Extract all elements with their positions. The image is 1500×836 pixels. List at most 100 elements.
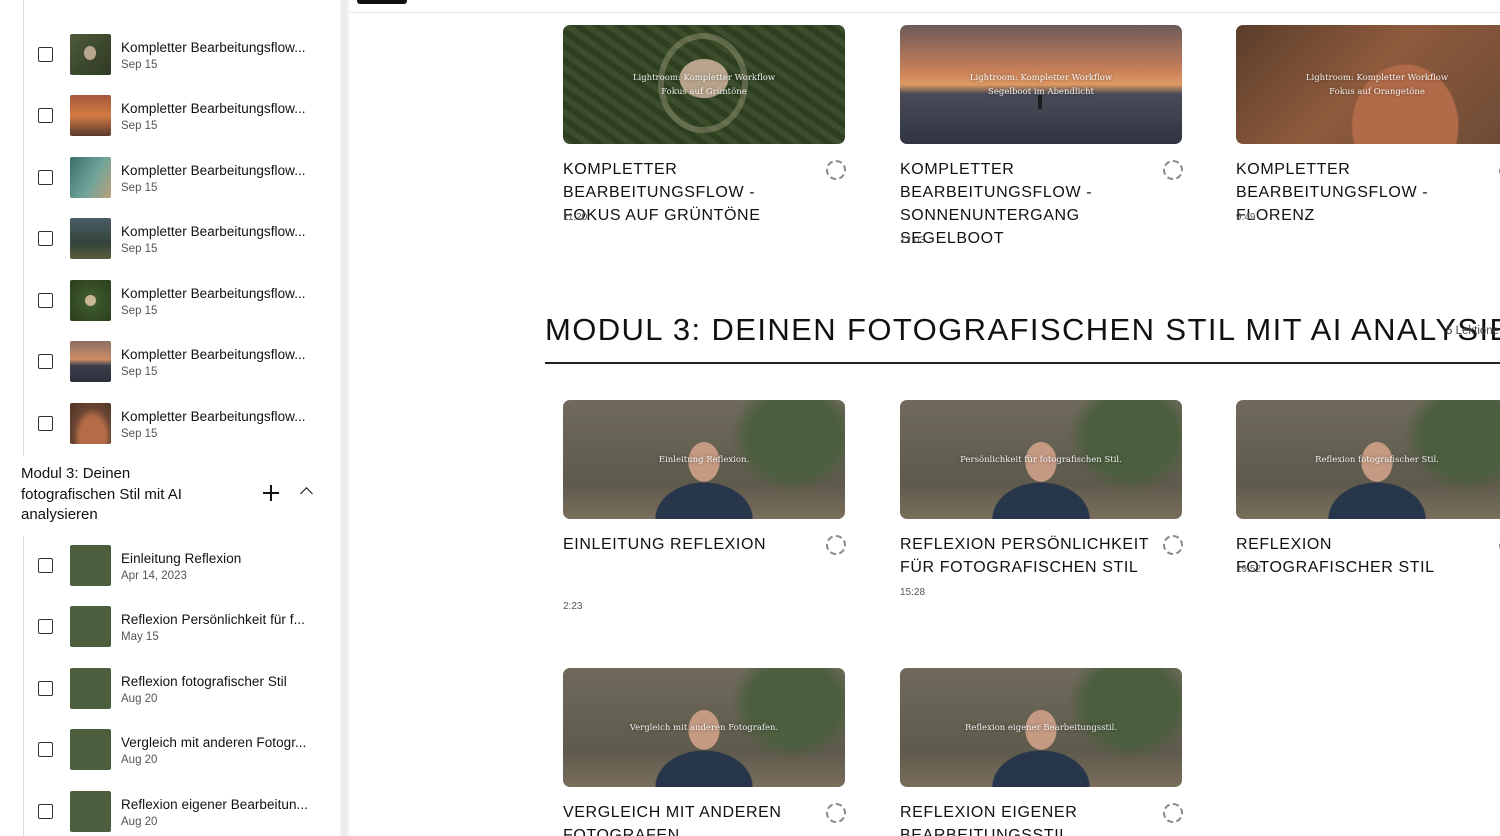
lesson-count: 5 Lektionen xyxy=(1446,325,1500,337)
lesson-card-title[interactable]: Kompletter Bearbeitungsflow - Fokus auf … xyxy=(563,158,813,227)
lesson-item[interactable]: Kompletter Bearbeitungsflow... Sep 15 xyxy=(0,210,340,266)
lesson-card[interactable]: Reflexion eigener Bearbeitungsstil. Refl… xyxy=(900,668,1183,836)
lesson-title: Kompletter Bearbeitungsflow... xyxy=(121,40,306,55)
caption-line-1: Lightroom: Kompletter Workflow xyxy=(632,72,776,83)
lesson-checkbox[interactable] xyxy=(38,416,53,431)
lesson-title: Einleitung Reflexion xyxy=(121,551,242,566)
lesson-date: Apr 14, 2023 xyxy=(121,570,187,582)
lesson-checkbox[interactable] xyxy=(38,354,53,369)
progress-status-icon xyxy=(826,803,846,823)
lesson-card-caption: Lightroom: Kompletter Workflow Segelboot… xyxy=(900,71,1182,99)
lesson-item[interactable]: Einleitung Reflexion Apr 14, 2023 xyxy=(0,537,340,593)
progress-status-icon xyxy=(1163,535,1183,555)
lesson-card[interactable]: Vergleich mit anderen Fotografen. Vergle… xyxy=(563,668,846,836)
lesson-title: Kompletter Bearbeitungsflow... xyxy=(121,101,306,116)
lesson-thumbnail xyxy=(70,668,111,709)
lesson-card-caption: Einleitung Reflexion. xyxy=(658,454,750,465)
lesson-card-image[interactable]: Reflexion fotografischer Stil. xyxy=(1236,400,1500,519)
lesson-title: Kompletter Bearbeitungsflow... xyxy=(121,347,306,362)
lesson-card-title[interactable]: Reflexion fotografischer Stil xyxy=(1236,533,1486,579)
lesson-checkbox[interactable] xyxy=(38,742,53,757)
lesson-duration: 15:28 xyxy=(900,587,926,598)
lesson-card[interactable]: Einleitung Reflexion. Einleitung Reflexi… xyxy=(563,400,846,612)
top-divider xyxy=(349,12,1500,13)
progress-status-icon xyxy=(826,160,846,180)
lesson-checkbox[interactable] xyxy=(38,47,53,62)
lesson-checkbox[interactable] xyxy=(38,293,53,308)
lesson-card[interactable]: Lightroom: Kompletter Workflow Segelboot… xyxy=(900,25,1183,247)
lesson-thumbnail xyxy=(70,545,111,586)
lesson-card[interactable]: Lightroom: Kompletter Workflow Fokus auf… xyxy=(1236,25,1500,224)
lesson-card-caption: Reflexion eigener Bearbeitungsstil. xyxy=(964,722,1118,733)
lesson-item[interactable]: Kompletter Bearbeitungsflow... Sep 15 xyxy=(0,272,340,328)
caption-line-2: Segelboot im Abendlicht xyxy=(988,86,1094,97)
lesson-title: Kompletter Bearbeitungsflow... xyxy=(121,409,306,424)
lesson-item[interactable]: Kompletter Bearbeitungsflow... Sep 15 xyxy=(0,333,340,389)
lesson-card[interactable]: Lightroom: Kompletter Workflow Fokus auf… xyxy=(563,25,846,224)
plus-icon[interactable] xyxy=(262,484,280,502)
lesson-item[interactable]: Reflexion Persönlichkeit für f... May 15 xyxy=(0,598,340,654)
lesson-date: Sep 15 xyxy=(121,305,158,317)
lesson-card-image[interactable]: Vergleich mit anderen Fotografen. xyxy=(563,668,845,787)
lesson-thumbnail xyxy=(70,157,111,198)
lesson-card-image[interactable]: Reflexion eigener Bearbeitungsstil. xyxy=(900,668,1182,787)
lesson-checkbox[interactable] xyxy=(38,558,53,573)
top-tab-indicator[interactable] xyxy=(357,0,407,4)
lesson-checkbox[interactable] xyxy=(38,804,53,819)
lesson-card[interactable]: Reflexion fotografischer Stil. Reflexion… xyxy=(1236,400,1500,576)
lesson-card-image[interactable]: Persönlichkeit für fotografischen Stil. xyxy=(900,400,1182,519)
lesson-item[interactable]: Kompletter Bearbeitungsflow... Sep 15 xyxy=(0,26,340,82)
lesson-date: Aug 20 xyxy=(121,754,158,766)
lesson-checkbox[interactable] xyxy=(38,681,53,696)
progress-status-icon xyxy=(826,535,846,555)
lesson-title: Kompletter Bearbeitungsflow... xyxy=(121,224,306,239)
lesson-card-title[interactable]: Kompletter Bearbeitungsflow - Florenz xyxy=(1236,158,1486,227)
lesson-checkbox[interactable] xyxy=(38,619,53,634)
lesson-card-title[interactable]: Reflexion Persönlichkeit für fotografisc… xyxy=(900,533,1150,579)
lesson-card-title[interactable]: Vergleich mit anderen Fotografen xyxy=(563,801,813,836)
lesson-date: Aug 20 xyxy=(121,693,158,705)
lesson-thumbnail xyxy=(70,403,111,444)
lesson-card-caption: Lightroom: Kompletter Workflow Fokus auf… xyxy=(1236,71,1500,99)
lesson-card[interactable]: Persönlichkeit für fotografischen Stil. … xyxy=(900,400,1183,598)
caption-line-1: Lightroom: Kompletter Workflow xyxy=(1305,72,1449,83)
lesson-date: Sep 15 xyxy=(121,59,158,71)
lesson-item[interactable]: Kompletter Bearbeitungsflow... Sep 15 xyxy=(0,395,340,451)
lesson-thumbnail xyxy=(70,218,111,259)
lesson-title: Reflexion eigener Bearbeitun... xyxy=(121,797,308,812)
course-outline-sidebar: Kompletter Bearbeitungsflow... Sep 15 Ko… xyxy=(0,0,340,836)
module3-title: Modul 3: Deinen fotografischen Stil mit … xyxy=(21,465,182,523)
lesson-card-image[interactable]: Lightroom: Kompletter Workflow Fokus auf… xyxy=(1236,25,1500,144)
module3-header[interactable]: Modul 3: Deinen fotografischen Stil mit … xyxy=(0,456,340,536)
lesson-date: Sep 15 xyxy=(121,428,158,440)
lesson-date: Aug 20 xyxy=(121,816,158,828)
lesson-card-title[interactable]: Reflexion eigener Bearbeitungsstil xyxy=(900,801,1150,836)
lesson-grid: Lightroom: Kompletter Workflow Fokus auf… xyxy=(349,0,1500,836)
lesson-duration: 12:03 xyxy=(900,235,926,246)
lesson-card-title[interactable]: Einleitung Reflexion xyxy=(563,533,813,556)
lesson-card-image[interactable]: Lightroom: Kompletter Workflow Segelboot… xyxy=(900,25,1182,144)
lesson-title: Kompletter Bearbeitungsflow... xyxy=(121,286,306,301)
lesson-date: Sep 15 xyxy=(121,120,158,132)
lesson-item[interactable]: Kompletter Bearbeitungsflow... Sep 15 xyxy=(0,87,340,143)
progress-status-icon xyxy=(1163,803,1183,823)
lesson-item[interactable]: Reflexion eigener Bearbeitun... Aug 20 xyxy=(0,783,340,836)
lesson-card-image[interactable]: Einleitung Reflexion. xyxy=(563,400,845,519)
caption-line-2: Fokus auf Grüntöne xyxy=(661,86,747,97)
lesson-card-image[interactable]: Lightroom: Kompletter Workflow Fokus auf… xyxy=(563,25,845,144)
chevron-up-icon[interactable] xyxy=(300,487,313,500)
lesson-item[interactable]: Vergleich mit anderen Fotogr... Aug 20 xyxy=(0,721,340,777)
lesson-thumbnail xyxy=(70,95,111,136)
lesson-date: Sep 15 xyxy=(121,366,158,378)
lesson-checkbox[interactable] xyxy=(38,108,53,123)
lesson-thumbnail xyxy=(70,729,111,770)
sidebar-divider[interactable] xyxy=(340,0,349,836)
lesson-card-title[interactable]: Kompletter Bearbeitungsflow - Sonnenunte… xyxy=(900,158,1150,250)
lesson-title: Reflexion fotografischer Stil xyxy=(121,674,287,689)
lesson-item[interactable]: Reflexion fotografischer Stil Aug 20 xyxy=(0,660,340,716)
caption-line-1: Lightroom: Kompletter Workflow xyxy=(969,72,1113,83)
lesson-card-caption: Persönlichkeit für fotografischen Stil. xyxy=(960,454,1122,465)
lesson-checkbox[interactable] xyxy=(38,231,53,246)
lesson-item[interactable]: Kompletter Bearbeitungsflow... Sep 15 xyxy=(0,149,340,205)
lesson-checkbox[interactable] xyxy=(38,170,53,185)
